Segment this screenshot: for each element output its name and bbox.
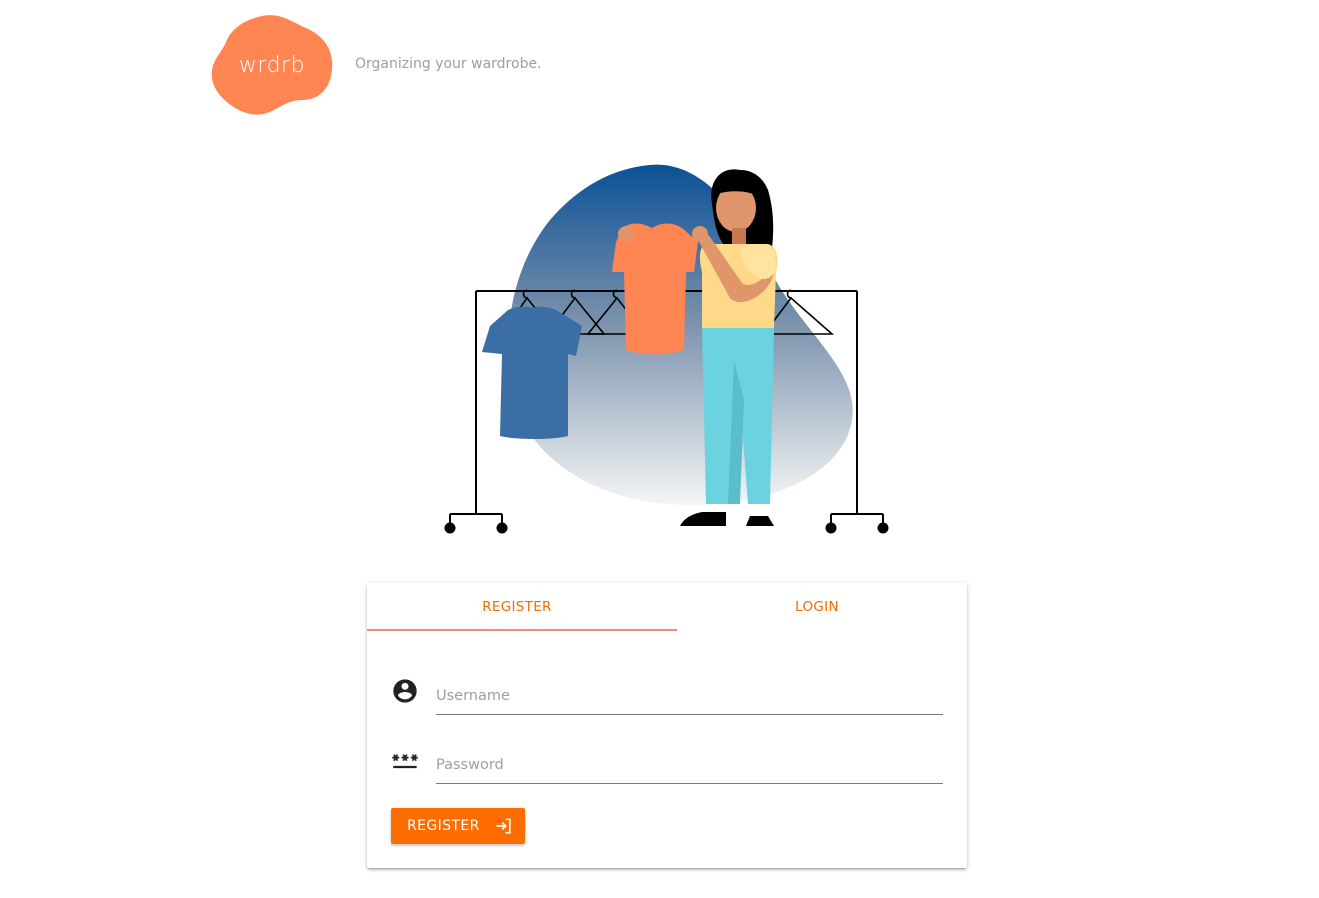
register-button[interactable]: REGISTER bbox=[391, 808, 525, 844]
auth-card: REGISTER LOGIN REGISTER bbox=[367, 583, 967, 868]
brand-logo[interactable]: wrdrb bbox=[210, 14, 334, 115]
tagline: Organizing your wardrobe. bbox=[355, 56, 542, 72]
account-circle-icon bbox=[391, 677, 419, 705]
password-icon bbox=[391, 746, 419, 774]
password-input[interactable] bbox=[436, 742, 943, 784]
blue-tshirt bbox=[482, 306, 582, 439]
wardrobe-illustration bbox=[440, 160, 900, 540]
tab-register[interactable]: REGISTER bbox=[367, 583, 667, 631]
active-tab-indicator bbox=[367, 629, 677, 631]
username-row bbox=[391, 673, 943, 715]
tab-login[interactable]: LOGIN bbox=[667, 583, 967, 631]
password-row bbox=[391, 742, 943, 784]
username-input[interactable] bbox=[436, 673, 943, 715]
login-icon bbox=[494, 816, 514, 836]
page: wrdrb Organizing your wardrobe. REGISTER… bbox=[0, 0, 1319, 898]
register-button-label: REGISTER bbox=[407, 818, 480, 834]
auth-tabs: REGISTER LOGIN bbox=[367, 583, 967, 631]
logo-text: wrdrb bbox=[238, 53, 306, 78]
